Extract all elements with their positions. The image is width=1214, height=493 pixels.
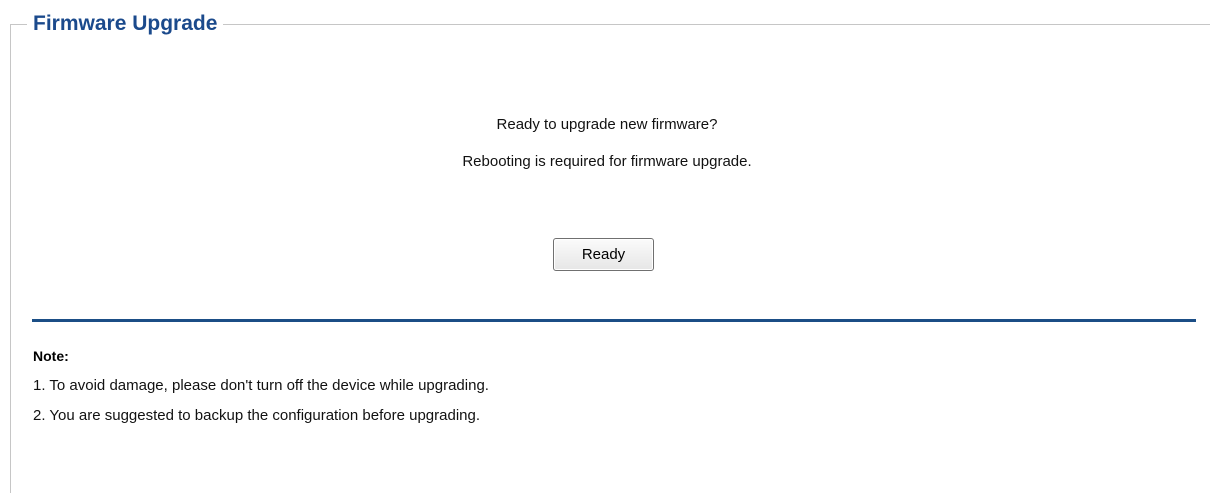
reboot-required-notice: Rebooting is required for firmware upgra…: [462, 153, 752, 170]
note-item: 2. You are suggested to backup the confi…: [33, 407, 481, 424]
firmware-upgrade-page: Firmware Upgrade Ready to upgrade new fi…: [0, 0, 1214, 493]
note-item: 1. To avoid damage, please don't turn of…: [33, 377, 489, 394]
upgrade-prompt-question: Ready to upgrade new firmware?: [496, 116, 718, 133]
section-frame-left-border: [10, 24, 11, 493]
ready-button[interactable]: Ready: [553, 238, 654, 271]
note-title: Note:: [33, 348, 69, 364]
section-title: Firmware Upgrade: [27, 10, 224, 38]
section-divider: [32, 319, 1196, 322]
